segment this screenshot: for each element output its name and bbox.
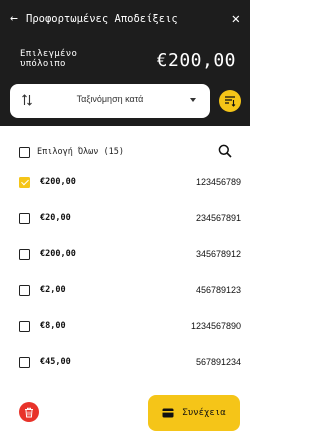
receipt-number: 567891234 [195, 357, 241, 367]
close-icon[interactable]: ✕ [226, 10, 240, 28]
receipt-number: 1234567890 [190, 321, 241, 331]
sort-dropdown[interactable]: Ταξινόμηση κατά [10, 84, 210, 118]
continue-button[interactable]: Συνέχεια [148, 395, 240, 431]
receipt-row[interactable]: €200,00 345678912 [19, 246, 241, 262]
select-all-checkbox[interactable] [19, 146, 30, 158]
receipt-checkbox[interactable] [19, 356, 30, 368]
receipt-number: 234567891 [195, 213, 241, 223]
receipt-amount: €8,00 [40, 321, 66, 331]
trash-icon [25, 407, 33, 417]
receipt-checkbox[interactable] [19, 248, 30, 260]
receipt-amount: €45,00 [40, 357, 71, 367]
sort-descending-icon [225, 96, 236, 107]
receipt-checkbox[interactable] [19, 284, 30, 296]
receipt-amount: €20,00 [40, 213, 71, 223]
sort-dropdown-label: Ταξινόμηση κατά [76, 94, 144, 104]
select-all-label: Επιλογή Όλων (15) [37, 147, 124, 157]
receipt-amount: €200,00 [40, 177, 76, 187]
receipt-number: 456789123 [195, 285, 241, 295]
receipt-row[interactable]: €2,00 456789123 [19, 282, 241, 298]
balance-value: €200,00 [156, 50, 236, 71]
receipt-amount: €2,00 [40, 285, 66, 295]
receipt-row[interactable]: €8,00 1234567890 [19, 318, 241, 334]
receipt-checkbox[interactable] [19, 320, 30, 332]
back-arrow-icon[interactable]: ← [10, 10, 24, 28]
receipt-amount: €200,00 [40, 249, 76, 259]
receipt-number: 345678912 [195, 249, 241, 259]
receipt-checkbox[interactable] [19, 176, 30, 188]
delete-button[interactable] [19, 402, 39, 422]
title-row: ← Προφορτωμένες Αποδείξεις ✕ [10, 10, 240, 28]
continue-label: Συνέχεια [182, 408, 226, 418]
chevron-down-icon [190, 98, 196, 102]
receipt-row[interactable]: €45,00 567891234 [19, 354, 241, 370]
search-icon[interactable] [218, 144, 232, 158]
sort-order-button[interactable] [219, 90, 241, 112]
select-all-row[interactable]: Επιλογή Όλων (15) [19, 144, 244, 160]
receipt-checkbox[interactable] [19, 212, 30, 224]
receipt-number: 123456789 [195, 177, 241, 187]
receipt-row[interactable]: €200,00 123456789 [19, 174, 241, 190]
header: ← Προφορτωμένες Αποδείξεις ✕ Επιλεγμένο … [0, 0, 250, 126]
wallet-icon [162, 408, 174, 418]
page-title: Προφορτωμένες Αποδείξεις [26, 13, 178, 25]
receipt-row[interactable]: €20,00 234567891 [19, 210, 241, 226]
balance-label: Επιλεγμένο υπόλοιπο [20, 49, 78, 69]
